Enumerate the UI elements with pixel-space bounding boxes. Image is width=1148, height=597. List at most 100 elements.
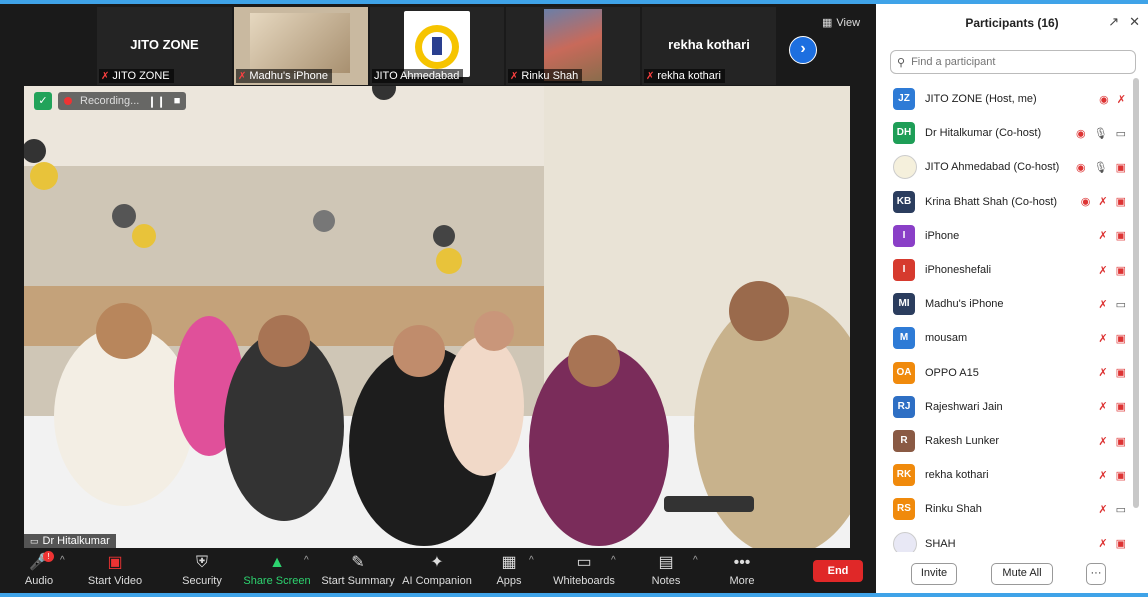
tile-label: ✗ Madhu's iPhone [236, 69, 332, 83]
audio-options-chevron-icon[interactable]: ^ [60, 555, 65, 566]
avatar: I [893, 224, 915, 247]
tile-name: rekha kothari [668, 37, 750, 52]
mic-off-icon: ✗ [238, 70, 247, 82]
video-off-icon: ▣ [1115, 332, 1126, 345]
shield-icon: ⛨ [195, 554, 208, 571]
gallery-tile-rinku[interactable]: ✗ Rinku Shah [506, 7, 640, 85]
participant-status-icons: ✗ ▣ [1098, 400, 1126, 413]
microphone-icon: 🎙 [1093, 127, 1108, 140]
invite-button[interactable]: Invite [911, 563, 957, 585]
mic-off-icon: ✗ [1098, 298, 1108, 311]
whiteboard-options-chevron-icon[interactable]: ^ [611, 555, 616, 566]
participant-row[interactable]: MI Madhu's iPhone ✗ ▭ [876, 287, 1138, 321]
audio-button[interactable]: 🎤 ! Audio [0, 551, 79, 587]
participant-status-icons: ✗ ▣ [1098, 332, 1126, 345]
avatar: I [893, 259, 915, 281]
participant-row[interactable]: SHAH ✗ ▣ [876, 527, 1138, 552]
apps-button[interactable]: ▦ Apps [469, 553, 549, 587]
jito-logo [404, 11, 470, 77]
end-meeting-button[interactable]: End [813, 560, 863, 582]
mic-off-icon: ✗ [1098, 230, 1108, 243]
stop-recording-icon[interactable]: ■ [174, 95, 181, 107]
sparkle-icon: ✦ [430, 554, 444, 571]
gallery-tile-rekha[interactable]: rekha kothari ✗ rekha kothari [642, 7, 776, 85]
gallery-next-button[interactable]: › [789, 36, 817, 64]
participant-row[interactable]: RK rekha kothari ✗ ▣ [876, 458, 1138, 492]
recording-indicator: ✓ Recording... ❙❙ ■ [34, 92, 187, 110]
gallery-tile-madhu[interactable]: ✗ Madhu's iPhone [234, 7, 368, 85]
participant-row[interactable]: RJ Rajeshwari Jain ✗ ▣ [876, 390, 1138, 424]
video-off-icon: ▣ [107, 554, 123, 571]
mic-off-icon: ✗ [510, 70, 519, 82]
microphone-icon: 🎙 [1093, 161, 1108, 174]
participant-name: mousam [925, 332, 968, 345]
view-button[interactable]: ▦ View [822, 16, 860, 30]
more-button[interactable]: ••• More [702, 553, 782, 587]
participant-row[interactable]: JZ JITO ZONE (Host, me) ◉ ✗ [876, 82, 1138, 116]
pop-out-icon[interactable]: ↗ [1108, 14, 1119, 30]
tile-label: ✗ Rinku Shah [508, 69, 583, 83]
mute-all-button[interactable]: Mute All [991, 563, 1053, 585]
participant-row[interactable]: IiPhoneshefali ✗ ▣ [876, 253, 1138, 287]
mic-off-icon: ✗ [1098, 435, 1108, 448]
participant-status-icons: ✗ ▣ [1098, 537, 1126, 550]
gallery-tile-jito-zone[interactable]: JITO ZONE ✗ JITO ZONE [97, 7, 232, 85]
close-icon[interactable]: ✕ [1129, 14, 1140, 30]
recording-icon: ◉ [1099, 93, 1109, 106]
ai-companion-button[interactable]: ✦ AI Companion [397, 553, 477, 587]
video-off-icon: ▣ [1115, 435, 1126, 448]
mic-off-icon: ✗ [1098, 538, 1108, 551]
search-icon: ⚲ [897, 56, 906, 69]
participant-row[interactable]: R Rakesh Lunker ✗ ▣ [876, 424, 1138, 458]
mic-off-icon: ✗ [1098, 332, 1108, 345]
summary-icon: ✎ [351, 554, 365, 571]
participant-name: iPhoneshefali [925, 264, 992, 276]
video-thumbnail [250, 13, 350, 73]
gallery-tile-jito-ahmedabad[interactable]: JITO Ahmedabad [370, 7, 504, 85]
participant-row[interactable]: DH Dr Hitalkumar (Co-host) ◉ 🎙 ▭ [876, 116, 1138, 150]
pause-recording-icon[interactable]: ❙❙ [147, 95, 165, 108]
avatar [893, 155, 917, 180]
mic-off-icon: ✗ [1098, 367, 1108, 380]
participant-status-icons: ✗ ▣ [1098, 435, 1126, 448]
tile-label: JITO Ahmedabad [372, 69, 464, 83]
more-options-button[interactable]: ··· [1086, 563, 1106, 585]
notes-options-chevron-icon[interactable]: ^ [693, 555, 698, 566]
signal-icon: ▭ [30, 535, 39, 546]
recording-icon: ◉ [1080, 196, 1091, 209]
video-off-icon: ▣ [1115, 401, 1126, 414]
speaker-name: Dr Hitalkumar [42, 535, 110, 547]
avatar: MI [893, 293, 915, 316]
share-options-chevron-icon[interactable]: ^ [304, 555, 309, 566]
participant-row[interactable]: RS Rinku Shah ✗ ▭ [876, 492, 1138, 526]
avatar: JZ [893, 88, 915, 110]
participant-row[interactable]: IiPhone ✗ ▣ [876, 219, 1138, 253]
more-dots-icon: ••• [733, 554, 751, 571]
start-summary-button[interactable]: ✎ Start Summary [318, 553, 398, 587]
tile-label: ✗ JITO ZONE [99, 69, 174, 83]
video-off-icon: ▣ [1115, 161, 1126, 174]
start-video-button[interactable]: ▣ Start Video [75, 553, 155, 587]
participant-name: Dr Hitalkumar (Co-host) [925, 127, 1042, 140]
participant-search: ⚲ [890, 50, 1136, 74]
participant-name: Rakesh Lunker [925, 435, 999, 447]
speaker-nameplate: ▭ Dr Hitalkumar [24, 534, 116, 548]
video-off-icon: ▣ [1115, 469, 1126, 482]
participant-row[interactable]: JITO Ahmedabad (Co-host) ◉ 🎙 ▣ [876, 150, 1138, 184]
participant-name: iPhone [925, 229, 960, 242]
participant-row[interactable]: KB Krina Bhatt Shah (Co-host) ◉ ✗ ▣ [876, 185, 1138, 219]
participant-list-scrollbar[interactable] [1133, 78, 1139, 508]
participant-name: rekha kothari [925, 469, 989, 482]
participant-row[interactable]: OA OPPO A15 ✗ ▣ [876, 356, 1138, 390]
video-off-icon: ▣ [1115, 538, 1126, 551]
video-icon: ▭ [1115, 503, 1126, 516]
mic-off-icon: ✗ [1098, 469, 1108, 482]
security-button[interactable]: ⛨ Security [162, 553, 242, 587]
participant-row[interactable]: Mmousam ✗ ▣ [876, 321, 1138, 355]
apps-options-chevron-icon[interactable]: ^ [529, 555, 534, 566]
participant-search-input[interactable] [909, 55, 1134, 69]
recording-label: Recording... [80, 95, 140, 107]
shield-icon: ✓ [34, 92, 52, 110]
apps-icon: ▦ [501, 554, 517, 571]
gallery-strip: JITO ZONE ✗ JITO ZONE ✗ Madhu's iPhone JIT… [0, 4, 875, 85]
